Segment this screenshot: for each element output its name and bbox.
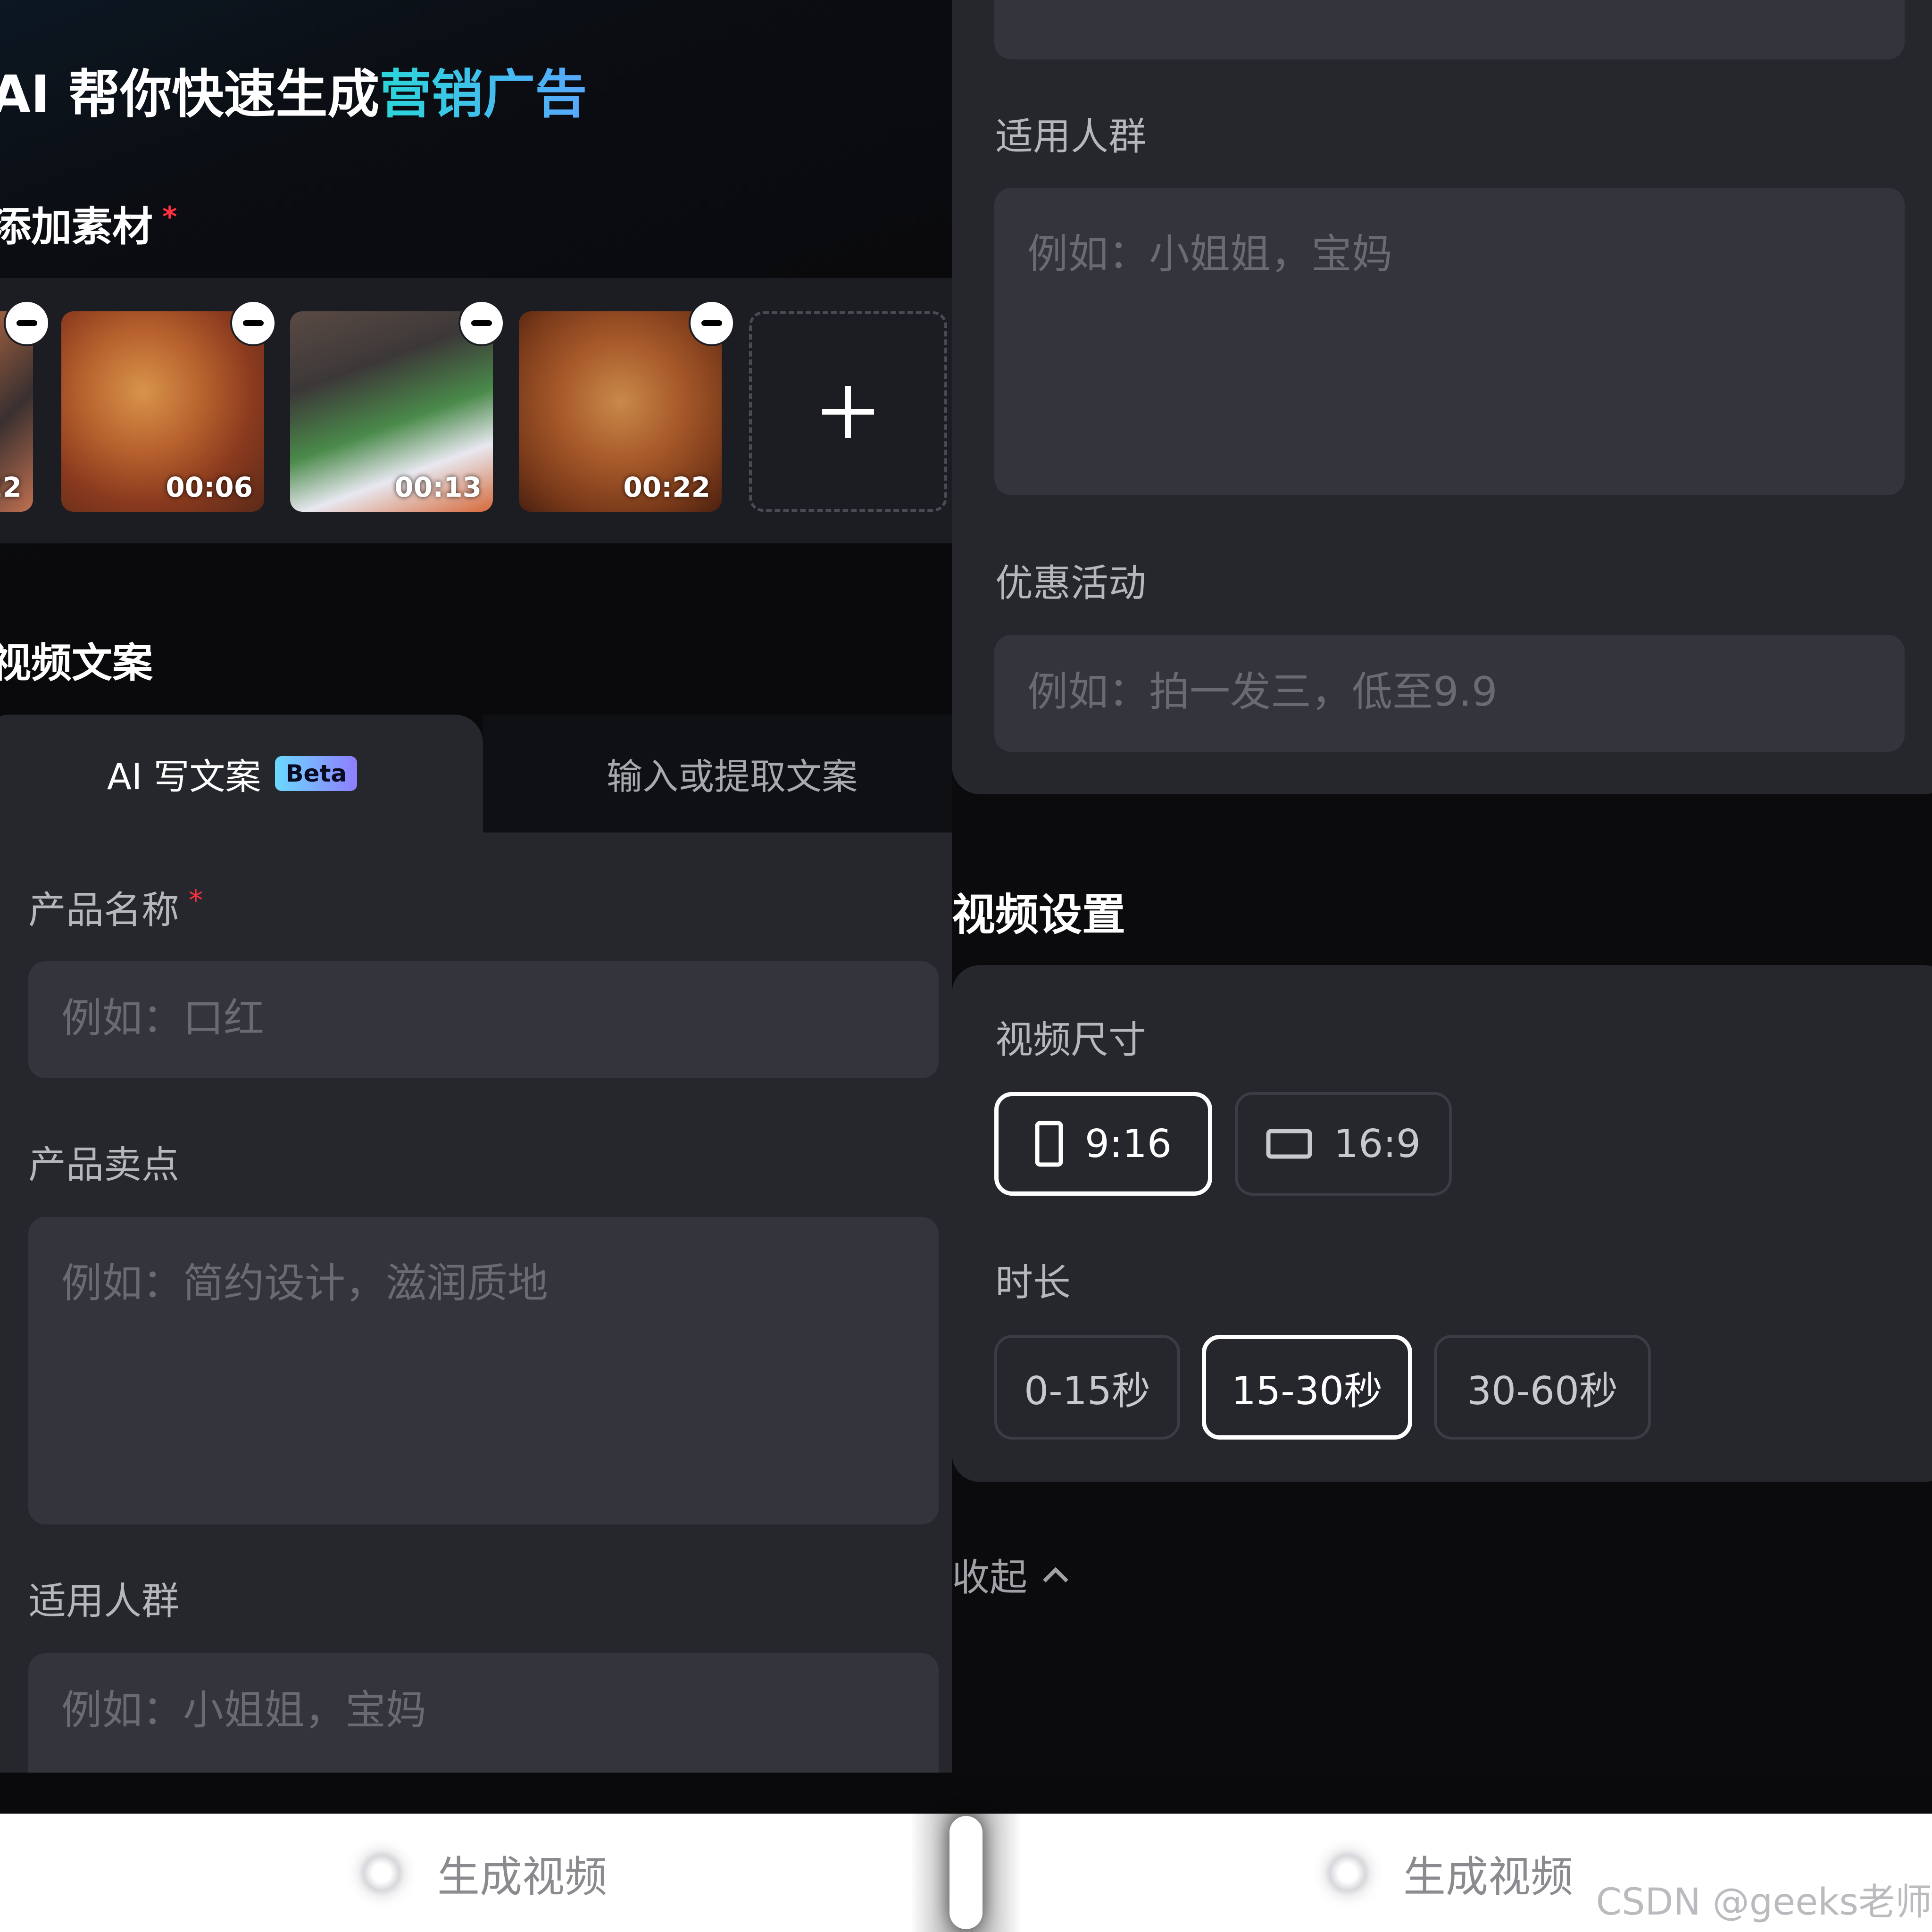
- title-text: AI 帮你快速生成: [0, 64, 380, 125]
- copy-tabs: AI 写文案 Beta 输入或提取文案: [0, 715, 981, 833]
- portrait-icon: [1035, 1121, 1063, 1167]
- video-size-label: 视频尺寸: [995, 1018, 1146, 1062]
- selling-points-label: 产品卖点: [28, 1143, 179, 1187]
- watermark: CSDN @geeks老师: [1596, 1881, 1932, 1924]
- remove-clip-icon[interactable]: [4, 300, 50, 346]
- material-clip[interactable]: 00:22: [519, 311, 722, 512]
- product-name-label: 产品名称 *: [28, 884, 203, 932]
- loading-spinner-icon: [359, 1850, 404, 1896]
- right-pane: 适用人群 例如：小姐姐，宝妈 优惠活动 例如：拍一发三，低至9.9 视频设置 视…: [952, 0, 1932, 1773]
- remove-clip-icon[interactable]: [689, 300, 735, 346]
- audience-input[interactable]: 例如：小姐姐，宝妈: [28, 1653, 939, 1773]
- audience-input[interactable]: 例如：小姐姐，宝妈: [994, 188, 1905, 495]
- size-label: 16:9: [1333, 1121, 1421, 1166]
- materials-label: 添加素材 *: [0, 200, 177, 250]
- page-title: AI 帮你快速生成营销广告: [0, 52, 587, 127]
- collapse-button[interactable]: 收起: [952, 1547, 1070, 1602]
- title-highlight: 营销广告: [379, 64, 587, 125]
- loading-spinner-icon: [1325, 1850, 1370, 1896]
- product-name-input[interactable]: 例如：口红: [28, 961, 939, 1078]
- tab-label: AI 写文案: [107, 756, 261, 798]
- add-material-button[interactable]: [749, 311, 947, 512]
- split-divider-handle[interactable]: [949, 1816, 983, 1929]
- material-clip[interactable]: 00:13: [290, 311, 493, 512]
- promotion-label: 优惠活动: [995, 561, 1146, 605]
- generate-label: 生成视频: [437, 1852, 607, 1902]
- left-pane: AI 帮你快速生成营销广告 添加素材* 22 00:06 00:13 00:22…: [0, 0, 982, 1773]
- clip-duration: 22: [0, 471, 22, 503]
- chevron-up-icon: [1043, 1567, 1068, 1582]
- remove-clip-icon[interactable]: [230, 300, 276, 346]
- required-mark: *: [162, 200, 177, 234]
- landscape-icon: [1266, 1129, 1312, 1159]
- tab-label: 输入或提取文案: [607, 756, 858, 798]
- clip-duration: 00:06: [166, 471, 253, 503]
- tab-ai-copy[interactable]: AI 写文案 Beta: [0, 715, 483, 833]
- size-option-9-16[interactable]: 9:16: [994, 1092, 1212, 1196]
- generate-label: 生成视频: [1403, 1852, 1573, 1902]
- audience-label: 适用人群: [28, 1579, 179, 1623]
- video-settings-title: 视频设置: [952, 890, 1126, 940]
- size-label: 9:16: [1084, 1121, 1172, 1166]
- size-option-16-9[interactable]: 16:9: [1235, 1092, 1452, 1196]
- beta-badge: Beta: [275, 756, 358, 791]
- duration-option-30-60[interactable]: 30-60秒: [1434, 1335, 1651, 1440]
- material-clip[interactable]: 00:06: [61, 311, 264, 512]
- clip-duration: 00:13: [394, 471, 482, 503]
- copy-section-label: 视频文案: [0, 640, 153, 687]
- previous-input[interactable]: [994, 0, 1905, 59]
- clip-duration: 00:22: [623, 471, 710, 503]
- collapse-label: 收起: [952, 1556, 1027, 1599]
- audience-label: 适用人群: [995, 115, 1146, 158]
- duration-option-0-15[interactable]: 0-15秒: [994, 1335, 1180, 1440]
- promotion-input[interactable]: 例如：拍一发三，低至9.9: [994, 635, 1905, 752]
- duration-option-15-30[interactable]: 15-30秒: [1202, 1335, 1412, 1440]
- duration-label: 时长: [995, 1261, 1071, 1305]
- plus-icon: [822, 385, 874, 438]
- selling-points-input[interactable]: 例如：简约设计，滋润质地: [28, 1217, 939, 1524]
- tab-input-copy[interactable]: 输入或提取文案: [483, 715, 981, 833]
- remove-clip-icon[interactable]: [458, 300, 505, 346]
- generate-video-button-left[interactable]: 生成视频: [0, 1814, 966, 1932]
